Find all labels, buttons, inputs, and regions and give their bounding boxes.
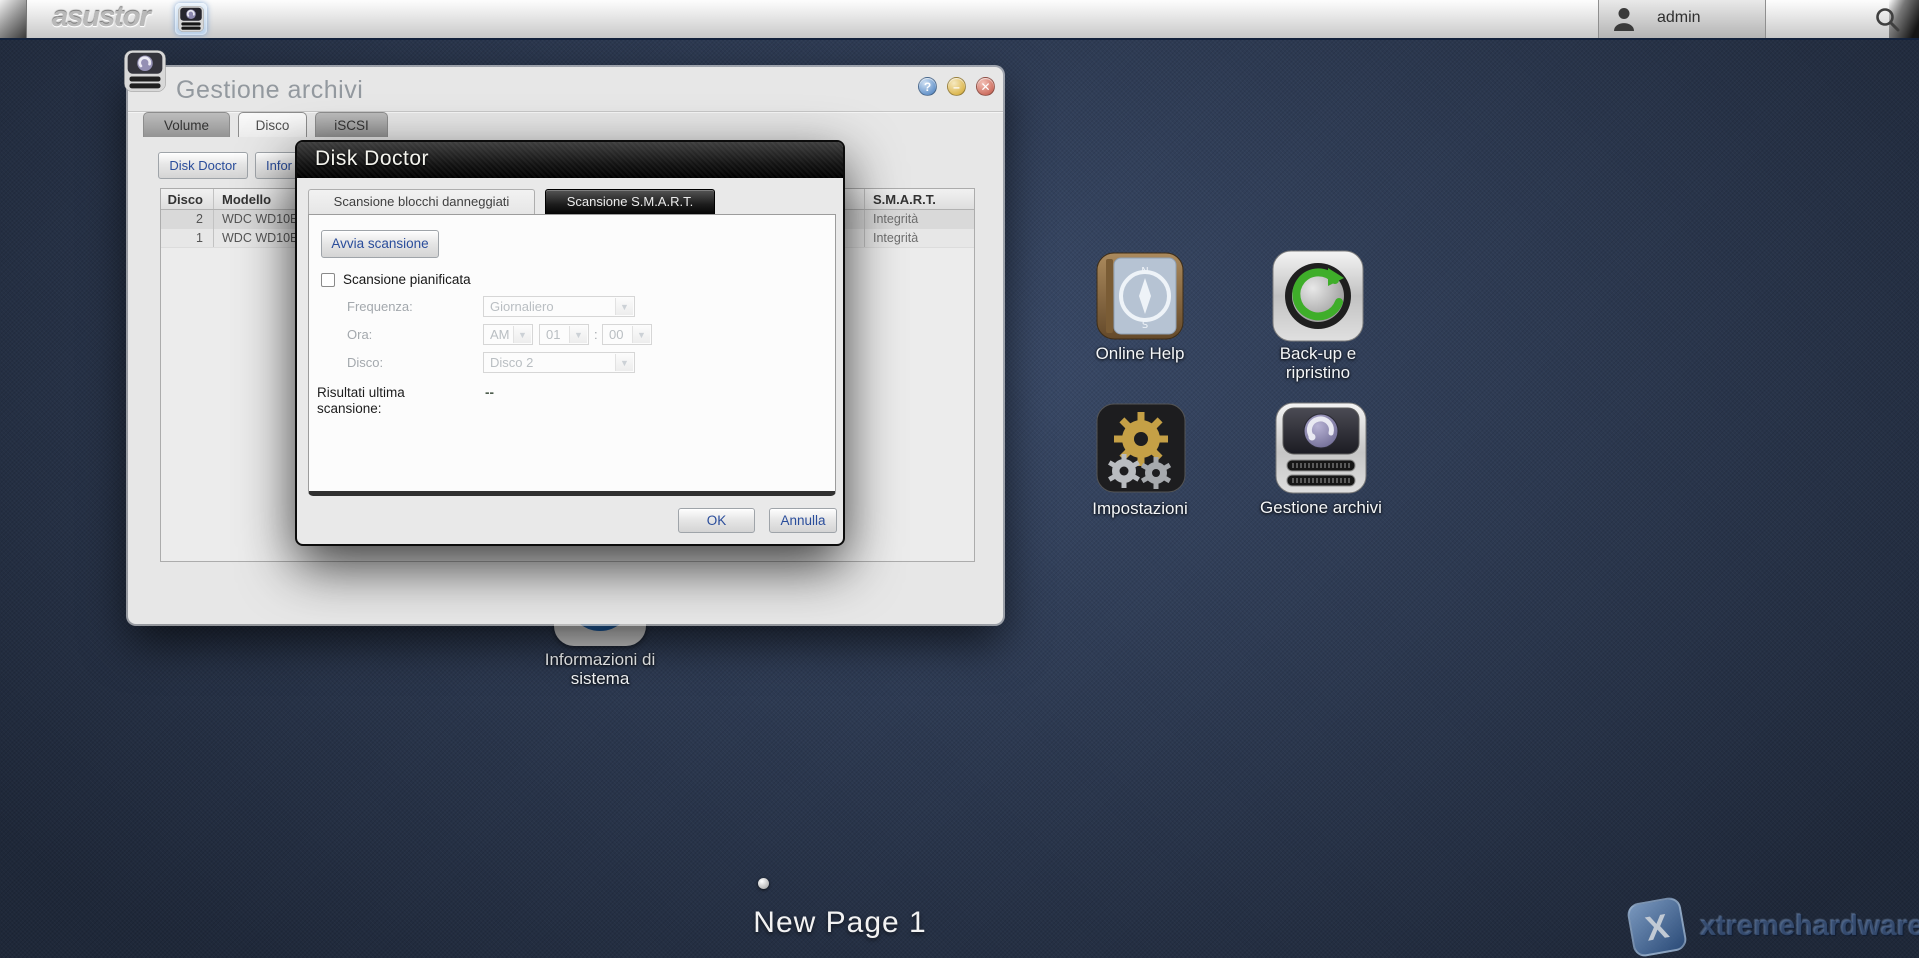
dialog-content-panel: Avvia scansione Scansione pianificata Fr…: [308, 214, 836, 496]
chevron-down-icon: ▼: [615, 354, 633, 371]
time-hour-select[interactable]: 01 ▼: [539, 324, 589, 345]
start-scan-button[interactable]: Avvia scansione: [321, 230, 439, 258]
user-menu[interactable]: admin: [1598, 0, 1766, 38]
chevron-down-icon: ▼: [632, 326, 650, 343]
cell-disk-number: 1: [161, 229, 214, 247]
chevron-down-icon: ▼: [569, 326, 587, 343]
cell-smart-status: Integrità: [864, 229, 974, 247]
disk-doctor-dialog: Disk Doctor Scansione blocchi danneggiat…: [295, 140, 845, 546]
frequency-label: Frequenza:: [347, 299, 413, 314]
scheduled-scan-label: Scansione pianificata: [343, 272, 471, 287]
screen: Informazioni di sistema N S Online Help: [0, 0, 1919, 958]
time-hour-value: 01: [546, 327, 560, 342]
tab-volume[interactable]: Volume: [143, 112, 230, 137]
chevron-down-icon: ▼: [615, 298, 633, 315]
frequency-select[interactable]: Giornaliero ▼: [483, 296, 635, 317]
window-title: Gestione archivi: [176, 76, 363, 105]
time-ampm-value: AM: [490, 327, 510, 342]
svg-text:N: N: [1141, 266, 1148, 277]
disk-value: Disco 2: [490, 355, 533, 370]
last-scan-result-value: --: [485, 385, 494, 400]
xtremehardware-logo: X: [1626, 896, 1689, 958]
desktop-icon-label: Impostazioni: [1075, 499, 1205, 518]
time-separator: :: [594, 327, 598, 342]
topbar-corner-block: [0, 0, 27, 38]
tab-scansione-smart[interactable]: Scansione S.M.A.R.T.: [545, 189, 715, 214]
online-help-icon: N S: [1096, 252, 1184, 340]
window-help-button[interactable]: ?: [918, 77, 937, 96]
username-label: admin: [1657, 9, 1701, 27]
settings-icon: [1096, 403, 1186, 493]
ok-button[interactable]: OK: [678, 508, 755, 533]
page-indicator-dot[interactable]: [758, 878, 769, 889]
time-ampm-select[interactable]: AM ▼: [483, 324, 533, 345]
desktop-icon-impostazioni[interactable]: Impostazioni: [1075, 403, 1205, 519]
chevron-down-icon: ▼: [513, 326, 531, 343]
cancel-button[interactable]: Annulla: [769, 508, 837, 533]
dialog-titlebar[interactable]: Disk Doctor: [297, 142, 843, 178]
last-scan-result-label: Risultati ultima scansione:: [317, 385, 442, 417]
time-label: Ora:: [347, 327, 372, 342]
top-bar: asustor admin: [0, 0, 1919, 40]
dialog-title: Disk Doctor: [315, 147, 429, 171]
desktop-icon-label: Gestione archivi: [1246, 498, 1396, 517]
desktop-icon-label: Informazioni di sistema: [525, 650, 675, 688]
time-minute-value: 00: [609, 327, 623, 342]
desktop-icon-gestione-archivi[interactable]: Gestione archivi: [1246, 402, 1396, 518]
tab-scansione-blocchi[interactable]: Scansione blocchi danneggiati: [308, 189, 535, 214]
desktop-icon-label: Online Help: [1075, 344, 1205, 363]
page-name: New Page 1: [690, 906, 990, 940]
window-close-button[interactable]: ✕: [976, 77, 995, 96]
tab-disco[interactable]: Disco: [238, 112, 307, 137]
disk-doctor-button[interactable]: Disk Doctor: [158, 152, 248, 179]
header-disco[interactable]: Disco: [161, 189, 214, 209]
user-icon: [1611, 6, 1637, 32]
time-minute-select[interactable]: 00 ▼: [602, 324, 652, 345]
frequency-value: Giornaliero: [490, 299, 554, 314]
desktop-icon-online-help[interactable]: N S Online Help: [1075, 252, 1205, 368]
storage-manager-mini-icon: [178, 6, 204, 32]
header-smart[interactable]: S.M.A.R.T.: [864, 189, 974, 209]
desktop-icon-label: Back-up e ripristino: [1258, 344, 1378, 382]
watermark-text: xtremehardware.it: [1700, 910, 1919, 943]
disk-select[interactable]: Disco 2 ▼: [483, 352, 635, 373]
desktop-icon-backup[interactable]: Back-up e ripristino: [1253, 250, 1383, 382]
window-minimize-button[interactable]: –: [947, 77, 966, 96]
search-icon[interactable]: [1872, 5, 1902, 35]
cell-disk-number: 2: [161, 210, 214, 229]
svg-text:S: S: [1142, 320, 1148, 331]
asustor-logo: asustor: [52, 1, 150, 34]
window-title-icon: [124, 50, 166, 92]
disk-label: Disco:: [347, 355, 383, 370]
storage-manager-icon: [1275, 402, 1367, 494]
scheduled-scan-checkbox[interactable]: [321, 273, 335, 287]
backup-restore-icon: [1272, 250, 1364, 342]
taskbar-storage-manager-icon[interactable]: [175, 3, 207, 35]
cell-smart-status: Integrità: [864, 210, 974, 229]
tab-iscsi[interactable]: iSCSI: [315, 112, 388, 137]
